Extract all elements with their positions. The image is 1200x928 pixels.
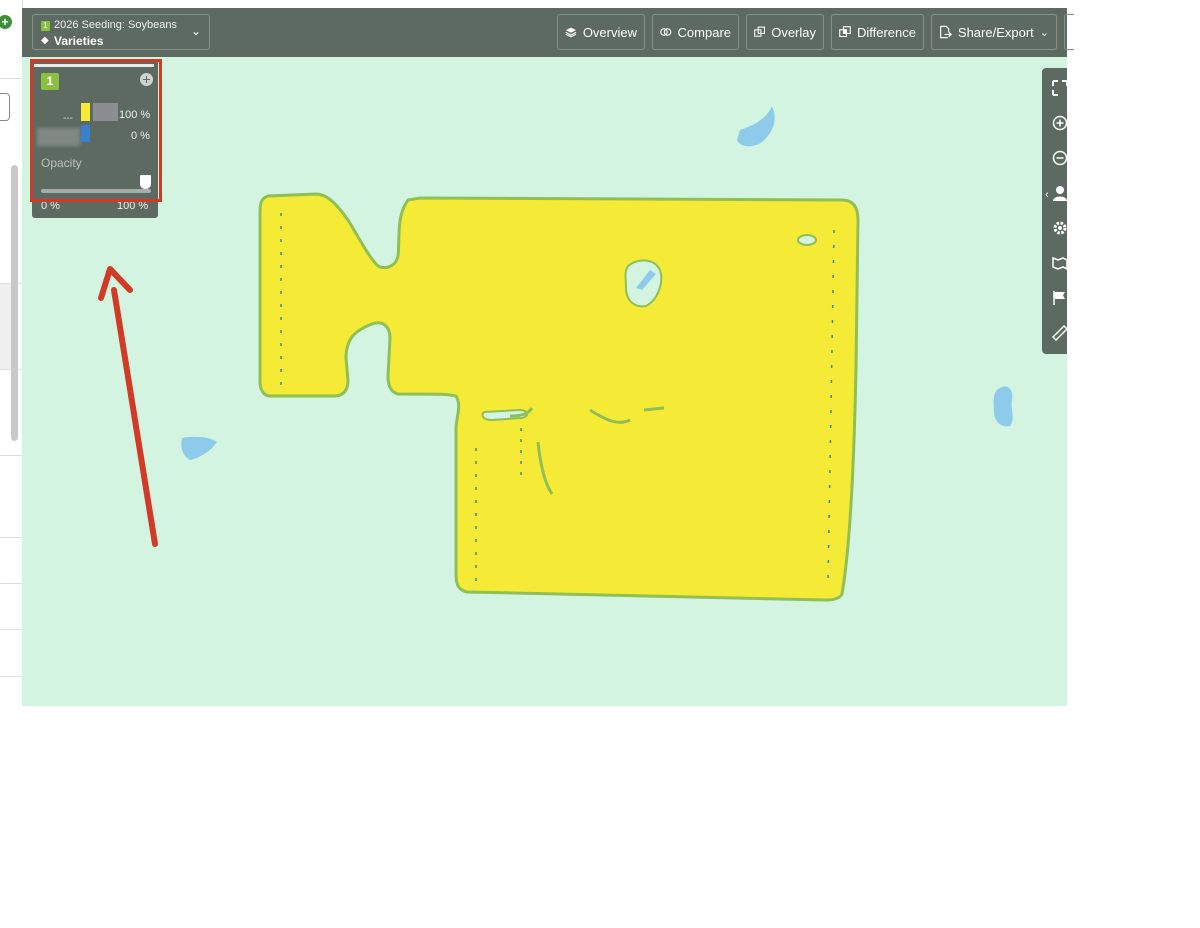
annotation-arrow — [98, 266, 158, 547]
